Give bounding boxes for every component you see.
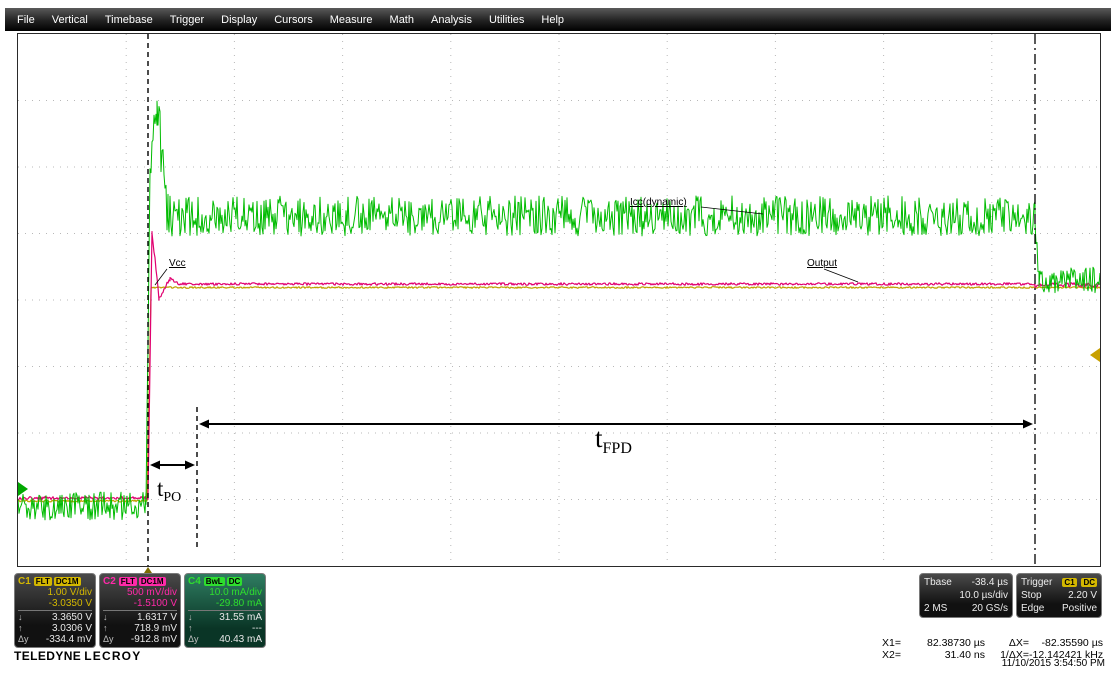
channel-badge: DC1M <box>139 577 166 586</box>
tbase-per-div: 10.0 µs/div <box>959 589 1008 602</box>
tbase-rate: 20 GS/s <box>972 602 1008 615</box>
x2-value: 31.40 ns <box>901 649 985 661</box>
channel-cursor-row: ↑718.9 mV <box>103 623 177 634</box>
channel-badge: BwL <box>204 577 225 586</box>
menu-item-help[interactable]: Help <box>533 11 572 29</box>
channel-cursor-row: ↓1.6317 V <box>103 612 177 623</box>
dx-value: -82.35590 µs <box>1029 637 1103 649</box>
trace-c4-icc <box>18 101 1100 520</box>
channel-scale: 10.0 mA/div <box>188 587 262 598</box>
channel-box-c4[interactable]: C4BwLDC10.0 mA/div-29.80 mA ↓31.55 mA↑---… <box>184 573 266 648</box>
traces <box>18 101 1100 520</box>
channel-offset: -29.80 mA <box>188 598 262 609</box>
timebase-box[interactable]: Tbase -38.4 µs 10.0 µs/div 2 MS 20 GS/s <box>919 573 1013 618</box>
channel-name: C2 <box>103 576 116 587</box>
arrowhead-left <box>150 461 160 470</box>
cursor-lines <box>148 34 1035 566</box>
menu-item-timebase[interactable]: Timebase <box>97 11 161 29</box>
tfpd-label: tFPD <box>595 423 632 457</box>
output-label: Output <box>807 258 837 269</box>
trace-c1-vcc <box>18 287 1100 502</box>
arrowhead-left <box>199 420 209 429</box>
channel-cursor-row: Δy-334.4 mV <box>18 634 92 645</box>
waveform-plot[interactable]: Vcc Output Icc(dynamic) tFPD tPO <box>17 33 1101 567</box>
channel-scale: 1.00 V/div <box>18 587 92 598</box>
menu-item-analysis[interactable]: Analysis <box>423 11 480 29</box>
channel-badge: DC <box>227 577 243 586</box>
trigger-title: Trigger <box>1021 576 1052 589</box>
trigger-box[interactable]: Trigger C1 DC Stop 2.20 V Edge Positive <box>1016 573 1102 618</box>
brand-primary: TELEDYNE <box>14 649 81 663</box>
trigger-source-badge: C1 <box>1062 578 1076 587</box>
x1-label: X1= <box>869 637 901 649</box>
menu-bar: FileVerticalTimebaseTriggerDisplayCursor… <box>5 8 1111 31</box>
arrowhead-right <box>185 461 195 470</box>
menu-item-vertical[interactable]: Vertical <box>44 11 96 29</box>
channel-name: C4 <box>188 576 201 587</box>
brand-secondary: LECROY <box>84 649 141 663</box>
arrowhead-right <box>1023 420 1033 429</box>
timestamp: 11/10/2015 3:54:50 PM <box>1002 658 1105 669</box>
x2-label: X2= <box>869 649 901 661</box>
channel-cursor-row: ↓31.55 mA <box>188 612 262 623</box>
menu-item-file[interactable]: File <box>9 11 43 29</box>
channel-cursor-row: ↑3.0306 V <box>18 623 92 634</box>
tbase-record: 2 MS <box>924 602 947 615</box>
menu-item-measure[interactable]: Measure <box>322 11 381 29</box>
channel-box-c1[interactable]: C1FLTDC1M1.00 V/div-3.0350 V ↓3.3650 V↑3.… <box>14 573 96 648</box>
x1-value: 82.38730 µs <box>901 637 985 649</box>
channel-badge: FLT <box>119 577 137 586</box>
tbase-delay: -38.4 µs <box>972 576 1008 589</box>
trigger-type: Edge <box>1021 602 1044 615</box>
dx-label: ΔX= <box>985 637 1029 649</box>
channel-offset: -3.0350 V <box>18 598 92 609</box>
trace-c2-output <box>18 232 1100 500</box>
output-leader-line <box>824 269 858 282</box>
channel-badge: FLT <box>34 577 52 586</box>
c1-trigger-level-marker[interactable] <box>1090 348 1100 362</box>
icc-label: Icc(dynamic) <box>630 197 687 208</box>
menu-item-math[interactable]: Math <box>382 11 422 29</box>
channel-offset: -1.5100 V <box>103 598 177 609</box>
trigger-coupling-badge: DC <box>1081 578 1097 587</box>
waveform-display: Vcc Output Icc(dynamic) tFPD tPO <box>18 34 1100 566</box>
tbase-title: Tbase <box>924 576 952 589</box>
teledyne-lecroy-logo: TELEDYNELECROY <box>14 649 141 663</box>
trigger-slope: Positive <box>1062 602 1097 615</box>
channel-scale: 500 mV/div <box>103 587 177 598</box>
measurement-arrows <box>150 420 1033 470</box>
channel-box-c2[interactable]: C2FLTDC1M500 mV/div-1.5100 V ↓1.6317 V↑71… <box>99 573 181 648</box>
channel-name: C1 <box>18 576 31 587</box>
plot-labels: Vcc Output Icc(dynamic) tFPD tPO <box>155 197 858 505</box>
menu-item-utilities[interactable]: Utilities <box>481 11 532 29</box>
menu-item-trigger[interactable]: Trigger <box>162 11 212 29</box>
channel-cursor-row: ↓3.3650 V <box>18 612 92 623</box>
channel-cursor-row: Δy40.43 mA <box>188 634 262 645</box>
menu-item-cursors[interactable]: Cursors <box>266 11 321 29</box>
vcc-label: Vcc <box>169 258 186 269</box>
tpo-label: tPO <box>157 476 181 505</box>
channel-cursor-row: ↑--- <box>188 623 262 634</box>
channel-badge: DC1M <box>54 577 81 586</box>
channel-cursor-row: Δy-912.8 mV <box>103 634 177 645</box>
trigger-level: 2.20 V <box>1068 589 1097 602</box>
trigger-mode: Stop <box>1021 589 1042 602</box>
graticule <box>18 34 1100 566</box>
menu-item-display[interactable]: Display <box>213 11 265 29</box>
